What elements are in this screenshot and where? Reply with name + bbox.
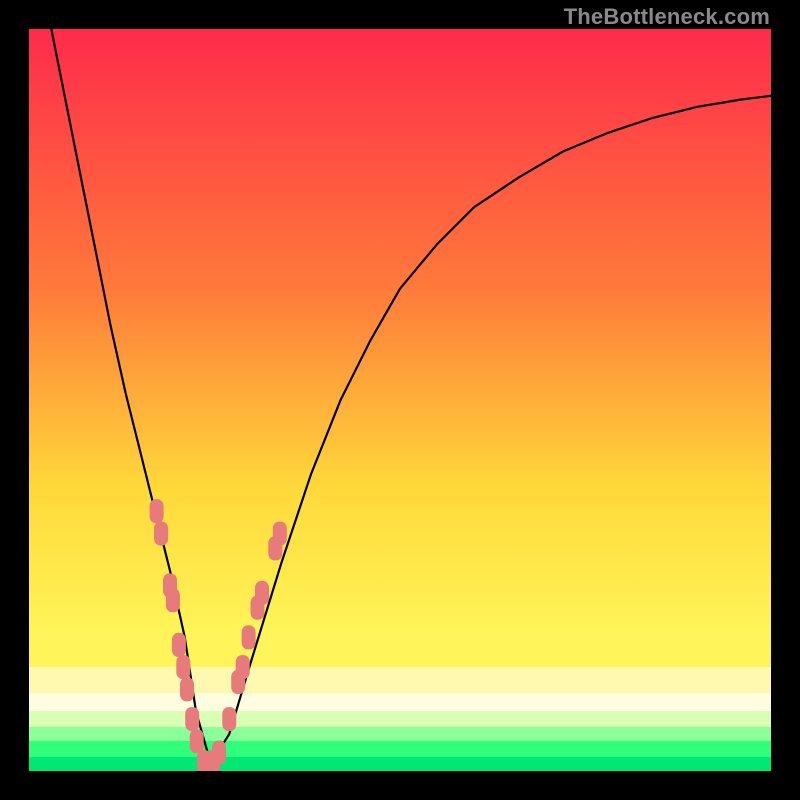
- marker-point: [185, 707, 199, 731]
- band-1: [29, 667, 771, 693]
- marker-point: [176, 655, 190, 679]
- marker-point: [180, 677, 194, 701]
- watermark-text: TheBottleneck.com: [564, 4, 770, 30]
- marker-point: [236, 655, 250, 679]
- gradient-background: [29, 29, 771, 771]
- marker-point: [212, 741, 226, 765]
- marker-point: [172, 633, 186, 657]
- chart-frame: [29, 29, 771, 771]
- marker-point: [154, 522, 168, 546]
- marker-point: [273, 522, 287, 546]
- marker-point: [255, 581, 269, 605]
- band-6: [29, 757, 771, 771]
- band-5: [29, 741, 771, 757]
- band-2: [29, 693, 771, 711]
- marker-point: [166, 588, 180, 612]
- chart-svg: [29, 29, 771, 771]
- band-3: [29, 711, 771, 727]
- marker-point: [190, 729, 204, 753]
- marker-point: [242, 625, 256, 649]
- marker-point: [150, 499, 164, 523]
- band-4: [29, 727, 771, 741]
- marker-point: [222, 707, 236, 731]
